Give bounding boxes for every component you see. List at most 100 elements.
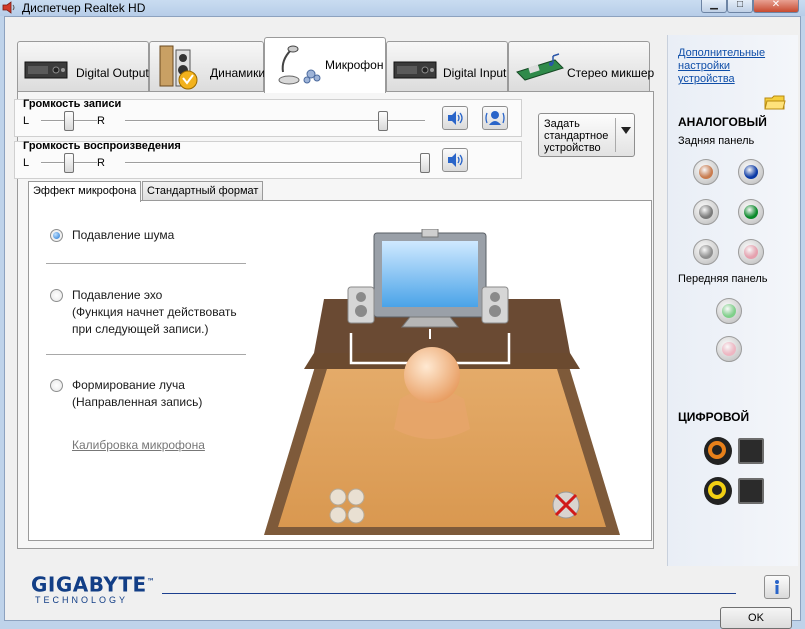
folder-icon[interactable] [764,93,786,111]
subtab-default-format[interactable]: Стандартный формат [142,181,264,201]
brand-name: GIGABYTE [31,572,147,597]
link-line: устройства [678,73,735,85]
echo-cancellation-radio[interactable] [50,289,63,302]
right-label: R [97,157,105,169]
tab-label: Динамики [210,66,266,80]
maximize-button[interactable]: □ [727,0,753,13]
rear-jack-line-in[interactable] [693,159,719,185]
set-default-label: Задать стандартное устройство [544,118,608,154]
mic-person-icon [485,111,505,125]
footer-divider [162,593,736,594]
label-line: Задать [544,118,580,130]
rear-jack-gray[interactable] [693,199,719,225]
main-window: Digital Output Динамики Микрофон Digital… [4,16,801,629]
sound-card-icon [516,53,564,81]
info-button[interactable] [764,575,790,599]
jack-core [722,342,736,356]
digital-section-title: ЦИФРОВОЙ [678,410,750,424]
record-volume-slider[interactable] [378,111,388,131]
jack-core [722,304,736,318]
close-button[interactable]: ✕ [753,0,799,13]
jack-ring [708,441,726,459]
spdif-optical-in-icon[interactable] [738,478,764,504]
digital-output-device-icon [24,61,68,79]
tab-speakers[interactable]: Динамики [149,41,266,91]
subtab-mic-effects[interactable]: Эффект микрофона [28,181,142,202]
label-line: стандартное [544,130,609,142]
jack-core [744,205,758,219]
split-divider [615,118,616,152]
speaker-icon [448,111,463,125]
record-volume-title: Громкость записи [23,98,122,110]
link-line: настройки [678,60,731,72]
rear-jack-line-in-blue[interactable] [738,159,764,185]
label-line: Формирование луча [72,378,185,392]
divider [46,263,246,264]
dropdown-arrow-icon[interactable] [621,127,631,134]
tab-label: Digital Output [76,66,149,80]
mic-effects-panel: Подавление шума Подавление эхо (Функция … [28,200,652,541]
close-icon: ✕ [771,0,781,10]
tab-digital-input[interactable]: Digital Input [386,41,508,91]
rear-jack-pink[interactable] [738,239,764,265]
minimize-icon: ▁ [710,0,718,10]
rear-jack-silver[interactable] [693,239,719,265]
tab-digital-output[interactable]: Digital Output [17,41,149,91]
playback-balance-slider[interactable] [64,153,74,173]
label-line: устройство [544,142,601,154]
speakers-icon [159,45,198,90]
brand-trademark: ™ [146,577,156,586]
tab-label: Digital Input [443,66,507,80]
front-panel-label: Передняя панель [678,273,768,285]
tab-label: Стерео микшер [567,66,655,80]
speaker-icon [448,153,463,167]
playback-mute-button[interactable] [442,148,468,172]
level-track [125,162,425,164]
record-mute-button[interactable] [442,106,468,130]
jack-core [699,165,713,179]
record-balance-slider[interactable] [64,111,74,131]
advanced-device-settings-link[interactable]: Дополнительные настройки устройства [678,47,788,86]
playback-volume-title: Громкость воспроизведения [23,140,181,152]
label-line: при следующей записи.) [72,322,209,336]
divider [46,354,246,355]
label-line: (Направленная запись) [72,395,203,409]
link-line: Дополнительные [678,47,766,59]
left-label: L [23,157,30,169]
spdif-coaxial-in-jack[interactable] [704,477,732,505]
label-line: (Функция начнет действовать [72,305,237,319]
microphone-icon [278,45,321,85]
playback-volume-group: Громкость воспроизведения L R [14,140,522,179]
ok-button[interactable]: OK [720,607,792,629]
tab-microphone[interactable]: Микрофон [264,37,386,93]
tab-stereo-mix[interactable]: Стерео микшер [508,41,654,91]
front-jack-pink[interactable] [716,336,742,362]
gigabyte-logo: GIGABYTE™ TECHNOLOGY [31,572,155,605]
left-label: L [23,115,30,127]
minimize-button[interactable]: ▁ [701,0,727,13]
microphone-boost-button[interactable] [482,106,508,130]
microphone-calibration-link[interactable]: Калибровка микрофона [72,438,205,452]
record-volume-group: Громкость записи L R [14,98,522,137]
echo-cancellation-label: Подавление эхо (Функция начнет действова… [72,287,237,338]
label-line: Подавление эхо [72,288,163,302]
jack-core [744,245,758,259]
info-icon [775,580,779,594]
connector-sidebar: Дополнительные настройки устройства АНАЛ… [667,35,798,566]
spdif-optical-out-icon[interactable] [738,438,764,464]
right-label: R [97,115,105,127]
title-bar: Диспетчер Realtek HD ▁ □ ✕ [0,0,805,16]
digital-input-device-icon [393,61,437,79]
noise-suppression-label: Подавление шума [72,228,175,242]
maximize-icon: □ [736,0,744,10]
rear-panel-label: Задняя панель [678,135,755,147]
set-default-device-button[interactable]: Задать стандартное устройство [538,113,635,157]
front-jack-green[interactable] [716,298,742,324]
noise-suppression-radio[interactable] [50,229,63,242]
disabled-speaker-icon [552,491,580,519]
room-illustration [264,229,620,535]
spdif-coaxial-out-jack[interactable] [704,437,732,465]
beamforming-radio[interactable] [50,379,63,392]
rear-jack-green[interactable] [738,199,764,225]
playback-volume-slider[interactable] [420,153,430,173]
